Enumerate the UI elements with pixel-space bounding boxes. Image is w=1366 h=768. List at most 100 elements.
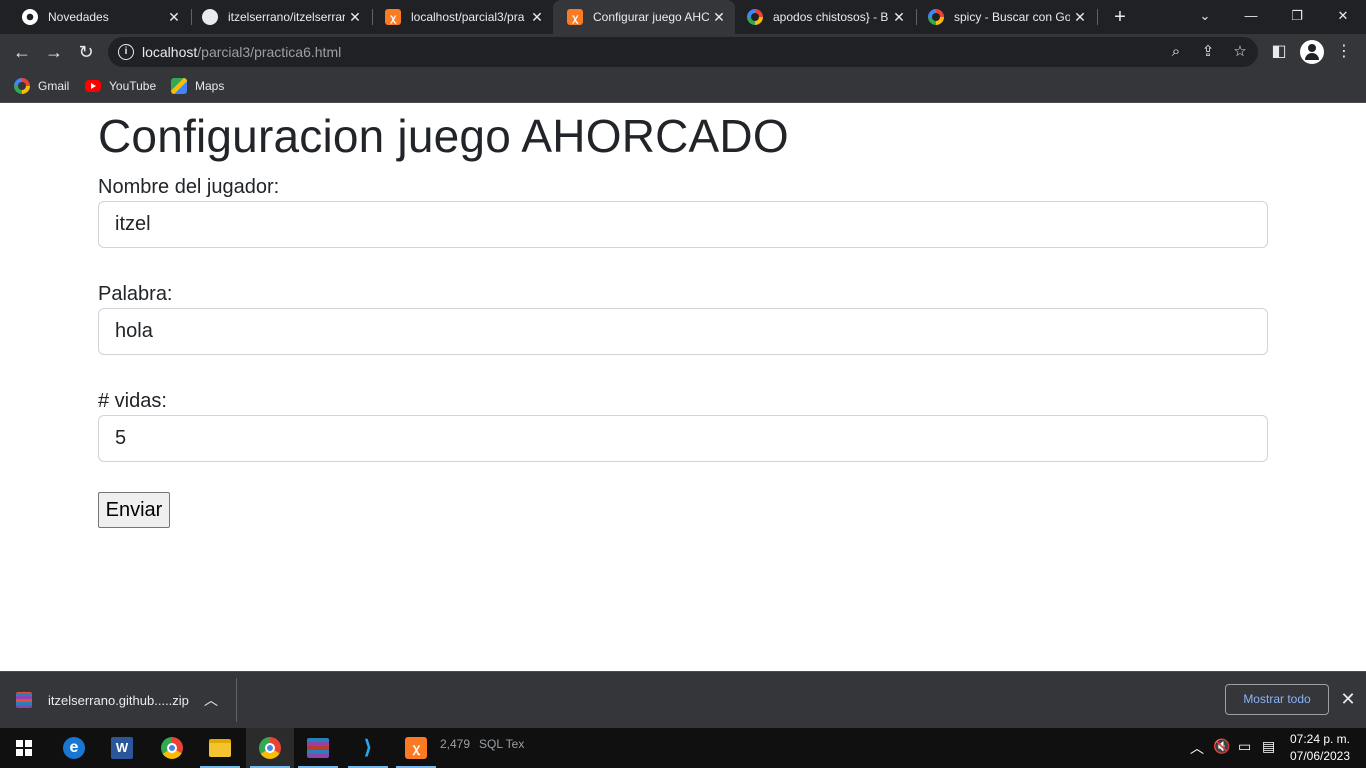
lives-label: # vidas: [98, 390, 167, 412]
share-icon[interactable]: ⇪ [1198, 42, 1218, 62]
back-button[interactable]: ← [8, 38, 36, 66]
tab-localhost[interactable]: ꭓ localhost/parcial3/pra ✕ [371, 0, 553, 34]
url-path: /parcial3/practica6.html [197, 44, 342, 60]
download-bar: itzelserrano.github.....zip ︿ Mostrar to… [0, 671, 1366, 728]
close-icon[interactable]: ✕ [164, 9, 184, 26]
url-text[interactable]: localhost/parcial3/practica6.html [142, 44, 341, 60]
taskbar-edge[interactable]: e [50, 728, 98, 768]
tab-title: Configurar juego AHC [593, 10, 709, 24]
page-content: Configuracion juego AHORCADO Nombre del … [0, 103, 1366, 671]
bookmark-youtube[interactable]: YouTube [85, 77, 156, 95]
background-text: 2,479 [440, 737, 471, 751]
chrome-icon [22, 9, 38, 25]
close-icon[interactable]: ✕ [889, 9, 909, 26]
submit-button[interactable]: Enviar [98, 492, 170, 528]
close-icon[interactable]: ✕ [1070, 9, 1090, 26]
maps-icon [171, 78, 187, 94]
taskbar: e W ⟩ ꭓ 2,479 SQL Tex ︿ 🔇 ▭ ▤ 07:24 p. m… [0, 728, 1366, 768]
tab-search-icon[interactable]: ⌄ [1182, 0, 1228, 34]
word-icon: W [111, 737, 133, 759]
taskbar-chrome-profile[interactable] [246, 728, 294, 768]
new-tab-button[interactable]: + [1108, 5, 1132, 29]
address-bar[interactable]: i localhost/parcial3/practica6.html ⌕ ⇪ … [108, 37, 1258, 67]
bookmark-label: YouTube [109, 79, 157, 93]
folder-icon [209, 739, 231, 757]
tab-divider [1097, 9, 1098, 25]
close-window-button[interactable]: ✕ [1320, 0, 1366, 34]
tab-title: apodos chistosos} - Bu [773, 10, 889, 24]
tab-apodos[interactable]: apodos chistosos} - Bu ✕ [733, 0, 915, 34]
menu-icon[interactable]: ⋮ [1332, 40, 1356, 64]
taskbar-file-explorer[interactable] [196, 728, 244, 768]
clock[interactable]: 07:24 p. m. 07/06/2023 [1284, 731, 1356, 765]
restore-button[interactable]: ❐ [1274, 0, 1320, 34]
reload-button[interactable]: ↻ [72, 38, 100, 66]
taskbar-vscode[interactable]: ⟩ [344, 728, 392, 768]
clock-time: 07:24 p. m. [1289, 732, 1351, 746]
youtube-icon [85, 80, 101, 92]
bookmarks-bar: Gmail YouTube Maps [0, 70, 1366, 103]
tab-title: spicy - Buscar con Goo [954, 10, 1070, 24]
close-icon[interactable]: ✕ [1338, 687, 1358, 711]
lives-input[interactable]: 5 [98, 415, 1268, 462]
divider [236, 678, 237, 722]
network-icon[interactable]: ▭ [1238, 738, 1251, 755]
tab-strip: Novedades ✕ itzelserrano/itzelserrar ✕ ꭓ… [0, 0, 1366, 34]
player-name-input[interactable]: itzel [98, 201, 1268, 248]
close-icon[interactable]: ✕ [345, 9, 365, 26]
chevron-up-icon[interactable]: ︿ [1190, 738, 1204, 758]
info-icon[interactable]: i [118, 44, 134, 60]
taskbar-word[interactable]: W [98, 728, 146, 768]
tab-configurar-juego[interactable]: ꭓ Configurar juego AHC ✕ [553, 0, 735, 34]
player-name-label: Nombre del jugador: [98, 176, 280, 198]
zoom-icon[interactable]: ⌕ [1166, 42, 1186, 62]
taskbar-xampp[interactable]: ꭓ [392, 728, 440, 768]
tab-github[interactable]: itzelserrano/itzelserrar ✕ [188, 0, 371, 34]
browser-toolbar: ← → ↻ i localhost/parcial3/practica6.htm… [0, 34, 1366, 70]
xampp-icon: ꭓ [567, 9, 583, 25]
page-title: Configuracion juego AHORCADO [98, 110, 789, 162]
bookmark-label: Gmail [38, 79, 70, 93]
show-all-button[interactable]: Mostrar todo [1225, 684, 1329, 715]
tab-title: itzelserrano/itzelserrar [228, 10, 345, 24]
download-item[interactable]: itzelserrano.github.....zip [16, 688, 189, 712]
xampp-icon: ꭓ [385, 9, 401, 25]
chrome-icon [161, 737, 183, 759]
vscode-icon: ⟩ [363, 737, 373, 759]
clock-date: 07/06/2023 [1289, 749, 1351, 763]
xampp-icon: ꭓ [405, 737, 427, 759]
bookmark-star-icon[interactable]: ☆ [1230, 42, 1250, 62]
forward-button[interactable]: → [40, 38, 68, 66]
google-icon [747, 9, 763, 25]
close-icon[interactable]: ✕ [709, 9, 729, 26]
word-input[interactable]: hola [98, 308, 1268, 355]
taskbar-chrome[interactable] [148, 728, 196, 768]
github-icon [202, 9, 218, 25]
tab-novedades[interactable]: Novedades ✕ [8, 0, 190, 34]
bookmark-gmail[interactable]: Gmail [14, 77, 69, 95]
close-icon[interactable]: ✕ [527, 9, 547, 26]
bookmark-maps[interactable]: Maps [171, 77, 224, 95]
chevron-up-icon[interactable]: ︿ [204, 690, 218, 710]
windows-icon [16, 740, 32, 756]
edge-icon: e [63, 737, 85, 759]
google-icon [14, 78, 30, 94]
google-icon [928, 9, 944, 25]
tab-title: localhost/parcial3/pra [411, 10, 525, 24]
profile-avatar-icon[interactable] [1300, 40, 1324, 64]
start-button[interactable] [0, 728, 48, 768]
minimize-button[interactable]: — [1228, 0, 1274, 34]
tab-spicy[interactable]: spicy - Buscar con Goo ✕ [914, 0, 1096, 34]
volume-muted-icon[interactable]: 🔇 [1213, 738, 1230, 755]
bookmark-label: Maps [195, 79, 225, 93]
taskbar-winrar[interactable] [294, 728, 342, 768]
background-text: SQL Tex [479, 737, 525, 751]
winrar-icon [307, 738, 329, 758]
word-label: Palabra: [98, 283, 173, 305]
side-panel-icon[interactable]: ◧ [1267, 40, 1291, 64]
tab-title: Novedades [48, 10, 109, 24]
chrome-icon [259, 737, 281, 759]
winrar-archive-icon [16, 692, 32, 708]
url-host: localhost [142, 44, 198, 60]
notifications-icon[interactable]: ▤ [1262, 738, 1275, 755]
